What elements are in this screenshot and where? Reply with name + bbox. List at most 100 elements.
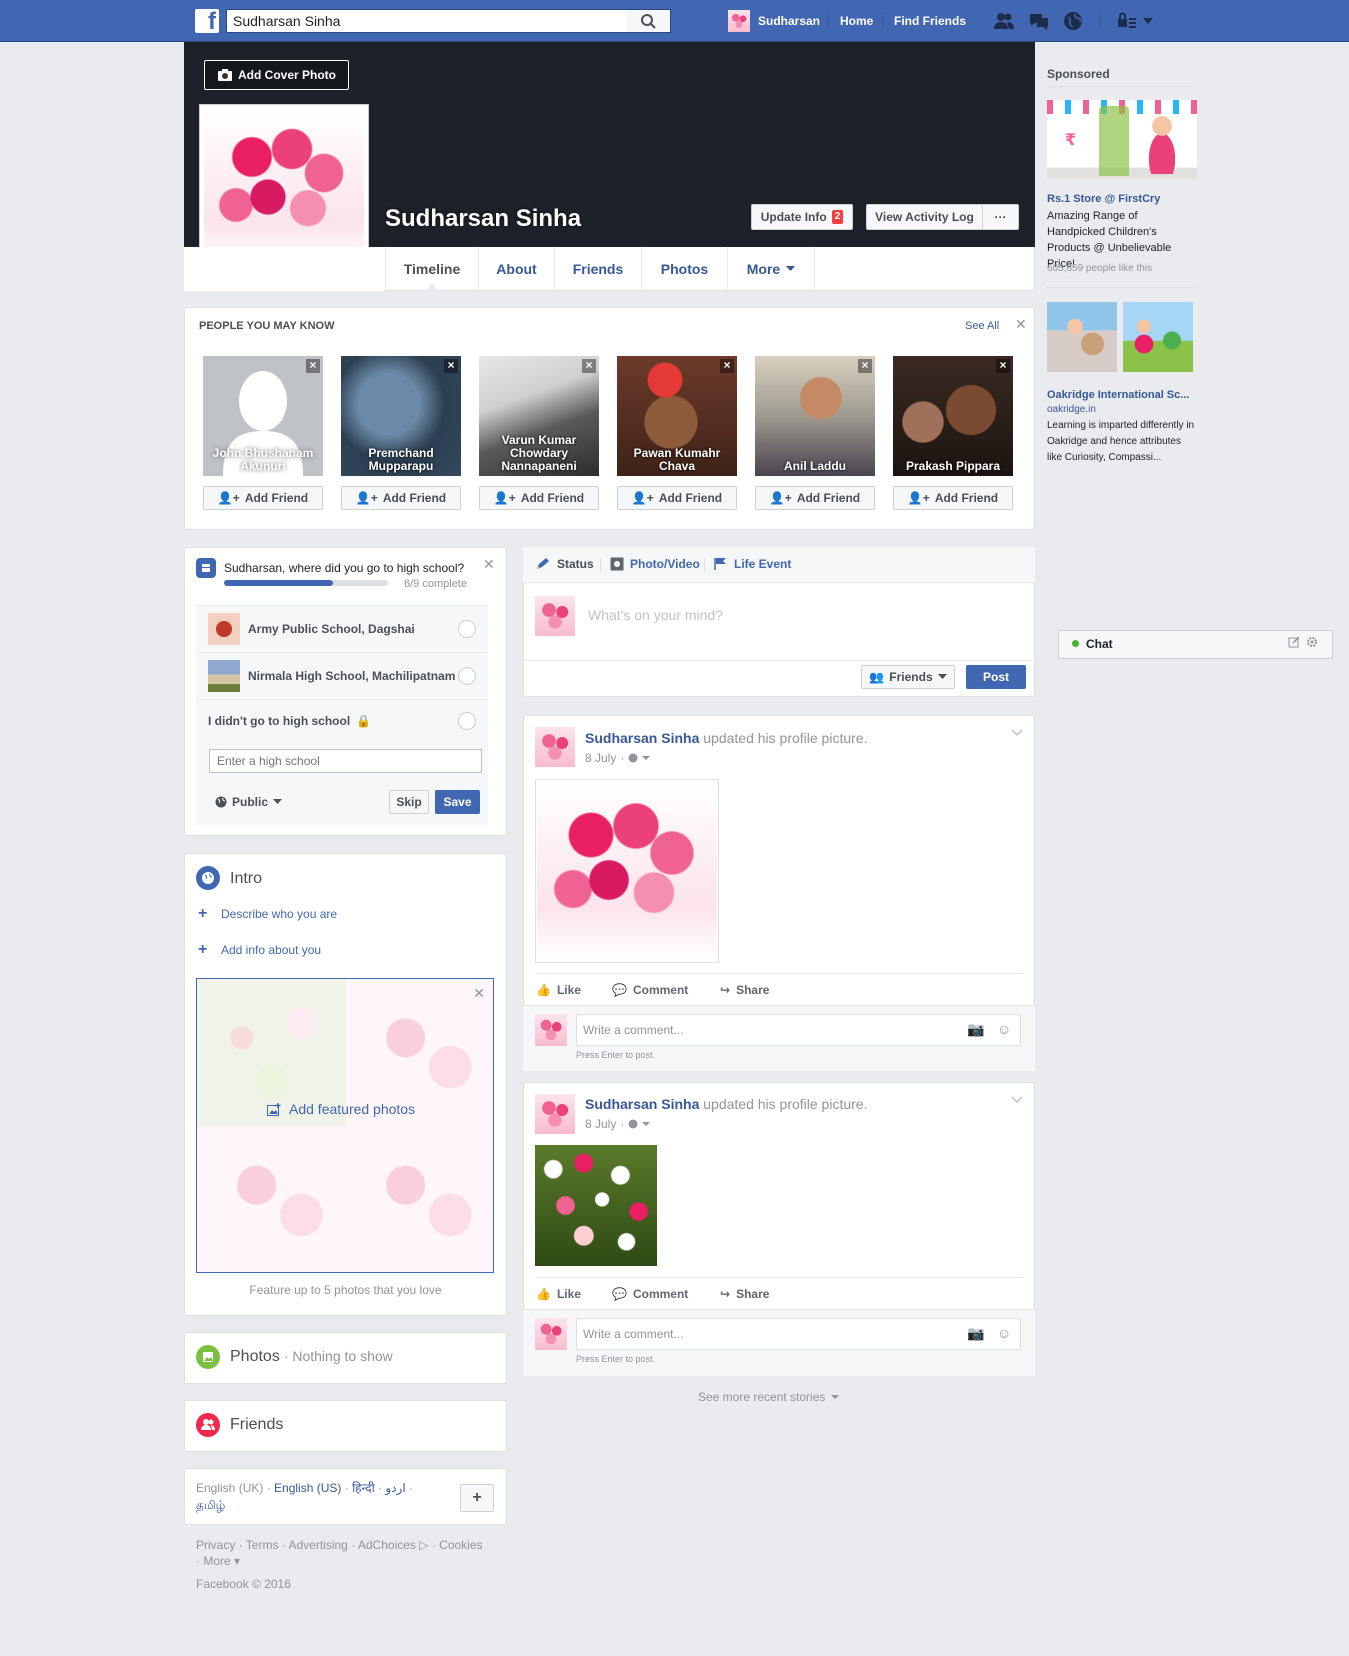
add-cover-photo-button[interactable]: Add Cover Photo (204, 60, 349, 90)
globe-icon[interactable] (628, 1119, 638, 1129)
language-link[interactable]: اردو (385, 1481, 405, 1495)
pymk-dismiss-close-icon[interactable]: × (582, 359, 596, 373)
add-friend-button[interactable]: 👤+ Add Friend (755, 486, 875, 510)
share-button[interactable]: ↪ Share (720, 1287, 769, 1301)
save-button[interactable]: Save (435, 790, 480, 814)
tab-more[interactable]: More (728, 247, 815, 290)
composer-life-event-tab[interactable]: Life Event (714, 557, 791, 571)
nav-home-link[interactable]: Home (840, 14, 873, 28)
post-button[interactable]: Post (966, 665, 1026, 689)
search-button[interactable] (627, 9, 671, 33)
pymk-dismiss-close-icon[interactable]: × (996, 359, 1010, 373)
pymk-person-photo[interactable]: × Anil Laddu (755, 356, 875, 476)
comment-input[interactable]: Write a comment... (576, 1318, 1021, 1350)
pymk-dismiss-close-icon[interactable]: × (858, 359, 872, 373)
ad-firstcry-image[interactable]: ₹ (1047, 100, 1197, 179)
friend-requests-icon[interactable] (993, 11, 1015, 31)
school-option-row[interactable]: Nirmala High School, Machilipatnam (196, 652, 488, 698)
composer-photo-video-tab[interactable]: Photo/Video (610, 557, 700, 571)
footer-advertising-link[interactable]: Advertising (288, 1538, 347, 1552)
post-date[interactable]: 8 July (585, 751, 616, 765)
chevron-down-icon[interactable] (642, 1121, 651, 1127)
footer-more-link[interactable]: More (203, 1554, 230, 1568)
post-author-name[interactable]: Sudharsan Sinha (585, 730, 699, 746)
new-message-icon[interactable] (1288, 636, 1300, 648)
post-options-chevron-down-icon[interactable] (1011, 729, 1023, 737)
ad-oakridge-title[interactable]: Oakridge International Sc... (1047, 389, 1189, 401)
pymk-close-icon[interactable]: ✕ (1015, 316, 1027, 333)
more-languages-plus-button[interactable]: + (460, 1484, 494, 1512)
friends-title[interactable]: Friends (230, 1416, 283, 1434)
comment-camera-icon[interactable]: 📷 (967, 1325, 984, 1342)
add-friend-button[interactable]: 👤+ Add Friend (203, 486, 323, 510)
pymk-person-photo[interactable]: × Premchand Mupparapu (341, 356, 461, 476)
composer-status-tab[interactable]: Status (535, 557, 594, 571)
ad-firstcry-title[interactable]: Rs.1 Store @ FirstCry (1047, 193, 1160, 205)
tab-about[interactable]: About (479, 247, 555, 290)
post-date[interactable]: 8 July (585, 1117, 616, 1131)
pymk-person-photo[interactable]: × Pawan Kumahr Chava (617, 356, 737, 476)
pymk-person-photo[interactable]: × Varun Kumar Chowdary Nannapaneni (479, 356, 599, 476)
language-link[interactable]: हिन्दी (352, 1481, 375, 1495)
comment-button[interactable]: 💬 Comment (612, 1287, 688, 1301)
composer-input[interactable]: What's on your mind? (588, 607, 723, 623)
share-button[interactable]: ↪ Share (720, 983, 769, 997)
add-featured-photos-link[interactable]: Add featured photos (267, 1101, 415, 1117)
more-options-button[interactable]: ··· (982, 204, 1019, 230)
add-friend-button[interactable]: 👤+ Add Friend (617, 486, 737, 510)
post-author-avatar[interactable] (535, 1094, 575, 1134)
footer-cookies-link[interactable]: Cookies (439, 1538, 482, 1552)
post-options-chevron-down-icon[interactable] (1011, 1096, 1023, 1104)
update-info-button[interactable]: Update Info 2 (751, 204, 853, 230)
profile-avatar-small[interactable] (728, 10, 750, 32)
notifications-globe-icon[interactable] (1062, 11, 1084, 31)
pymk-dismiss-close-icon[interactable]: × (306, 359, 320, 373)
pymk-person-photo[interactable]: × John Bhushanam Akunuri (203, 356, 323, 476)
add-friend-button[interactable]: 👤+ Add Friend (893, 486, 1013, 510)
privacy-shortcuts-icon[interactable] (1116, 11, 1138, 31)
footer-adchoices-link[interactable]: AdChoices (358, 1538, 416, 1552)
pymk-dismiss-close-icon[interactable]: × (444, 359, 458, 373)
school-privacy-selector[interactable]: Public (215, 795, 283, 809)
school-radio[interactable] (458, 666, 476, 685)
school-option-row[interactable]: I didn't go to high school 🔒 (196, 699, 488, 741)
high-school-input[interactable] (209, 749, 482, 773)
comment-emoji-icon[interactable]: ☺ (997, 1021, 1011, 1037)
comment-input[interactable]: Write a comment... (576, 1014, 1021, 1046)
post-photo[interactable] (535, 779, 719, 963)
composer-audience-selector[interactable]: 👥 Friends (861, 665, 955, 689)
footer-terms-link[interactable]: Terms (246, 1538, 279, 1552)
globe-icon[interactable] (628, 753, 638, 763)
footer-privacy-link[interactable]: Privacy (196, 1538, 235, 1552)
messages-icon[interactable] (1028, 11, 1050, 31)
search-input[interactable] (226, 9, 671, 33)
pymk-see-all-link[interactable]: See All (965, 320, 999, 332)
describe-who-you-are-link[interactable]: Describe who you are (221, 907, 337, 921)
see-more-stories-link[interactable]: See more recent stories (698, 1390, 840, 1404)
comment-button[interactable]: 💬 Comment (612, 983, 688, 997)
pymk-dismiss-close-icon[interactable]: × (720, 359, 734, 373)
chevron-down-icon[interactable] (642, 755, 651, 761)
view-activity-log-button[interactable]: View Activity Log (866, 204, 983, 230)
nav-profile-link[interactable]: Sudharsan (758, 14, 820, 28)
pymk-person-photo[interactable]: × Prakash Pippara (893, 356, 1013, 476)
comment-emoji-icon[interactable]: ☺ (997, 1325, 1011, 1341)
add-friend-button[interactable]: 👤+ Add Friend (479, 486, 599, 510)
ad-oakridge-image[interactable] (1047, 302, 1117, 372)
post-author-avatar[interactable] (535, 727, 575, 767)
comment-camera-icon[interactable]: 📷 (967, 1021, 984, 1038)
ad-oakridge-image[interactable] (1123, 302, 1193, 372)
skip-button[interactable]: Skip (389, 790, 429, 814)
school-radio[interactable] (458, 711, 476, 730)
chat-settings-gear-icon[interactable] (1306, 636, 1318, 648)
language-link[interactable]: தமிழ் (196, 1498, 225, 1512)
add-info-about-you-link[interactable]: Add info about you (221, 943, 321, 957)
tab-friends[interactable]: Friends (555, 247, 642, 290)
account-menu-chevron-down-icon[interactable] (1142, 16, 1154, 26)
like-button[interactable]: 👍 Like (536, 983, 581, 997)
nav-find-friends-link[interactable]: Find Friends (894, 14, 966, 28)
daisy-flowers-image[interactable] (535, 1145, 657, 1266)
facebook-logo-icon[interactable]: f (195, 8, 219, 35)
featured-close-icon[interactable]: ✕ (473, 985, 485, 1002)
school-close-icon[interactable]: ✕ (483, 556, 495, 573)
